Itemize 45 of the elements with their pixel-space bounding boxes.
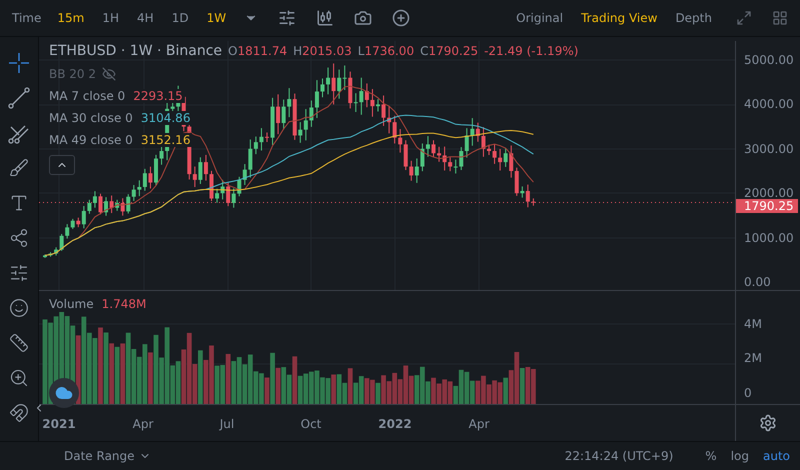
indicator-value: 3104.86 [138, 111, 192, 125]
interval-tab[interactable]: 1W [206, 11, 226, 25]
indicator-label: MA 49 close 0 [49, 133, 133, 147]
time-axis-label: 2022 [378, 417, 412, 432]
price-axis-label: 0.00 [743, 274, 772, 289]
price-axis-label: 5000.00 [743, 53, 795, 67]
last-price-tag: 1790.25 [736, 198, 798, 213]
time-axis-label: Apr [468, 417, 490, 432]
time-axis-label: Jul [220, 417, 234, 432]
ohlc-value: H2015.03 [293, 44, 352, 58]
view-tab[interactable]: Depth [675, 11, 712, 25]
view-tab[interactable]: Trading View [581, 11, 658, 25]
indicator-label: BB 20 2 [49, 67, 96, 81]
ohlc-value: O1811.74 [228, 44, 288, 58]
volume-axis-label: 4M [743, 316, 763, 331]
price-change: -21.49 (-1.19%) [484, 44, 578, 58]
indicator-label: MA 7 close 0 [49, 89, 126, 103]
scale-mode-button[interactable]: log [730, 449, 749, 463]
price-axis-label: 2000.00 [743, 186, 795, 200]
time-axis-label: Oct [300, 417, 322, 432]
symbol-title: ETHBUSD · 1W · Binance [49, 43, 222, 59]
time-axis-label: 2021 [42, 417, 76, 432]
indicator-value: 2293.15 [131, 89, 185, 103]
volume-value: 1.748M [102, 296, 146, 311]
volume-axis-label: 0 [743, 386, 753, 400]
view-tab[interactable]: Original [516, 11, 564, 25]
price-axis-label: 1000.00 [743, 230, 795, 245]
scale-mode-button[interactable]: auto [762, 449, 790, 463]
date-range-button[interactable]: Date Range [64, 449, 151, 463]
price-axis-label: 3000.00 [743, 142, 795, 156]
time-label: Time [12, 11, 42, 25]
interval-tab[interactable]: 1H [102, 11, 120, 25]
interval-tab[interactable]: 15m [57, 11, 84, 25]
clock-time: 22:14:24 (UTC+9) [564, 449, 674, 463]
volume-axis-label: 2M [743, 351, 763, 366]
volume-label: Volume [49, 296, 94, 311]
ohlc-value: C1790.25 [420, 44, 478, 58]
ohlc-value: L1736.00 [358, 44, 414, 58]
time-axis-label: Apr [132, 417, 154, 432]
indicator-value: 3152.16 [138, 133, 192, 147]
indicator-label: MA 30 close 0 [49, 111, 133, 125]
scale-mode-button[interactable]: % [705, 449, 717, 463]
interval-tab[interactable]: 1D [172, 11, 189, 25]
interval-tab[interactable]: 4H [137, 11, 154, 25]
price-axis-label: 4000.00 [743, 97, 795, 112]
